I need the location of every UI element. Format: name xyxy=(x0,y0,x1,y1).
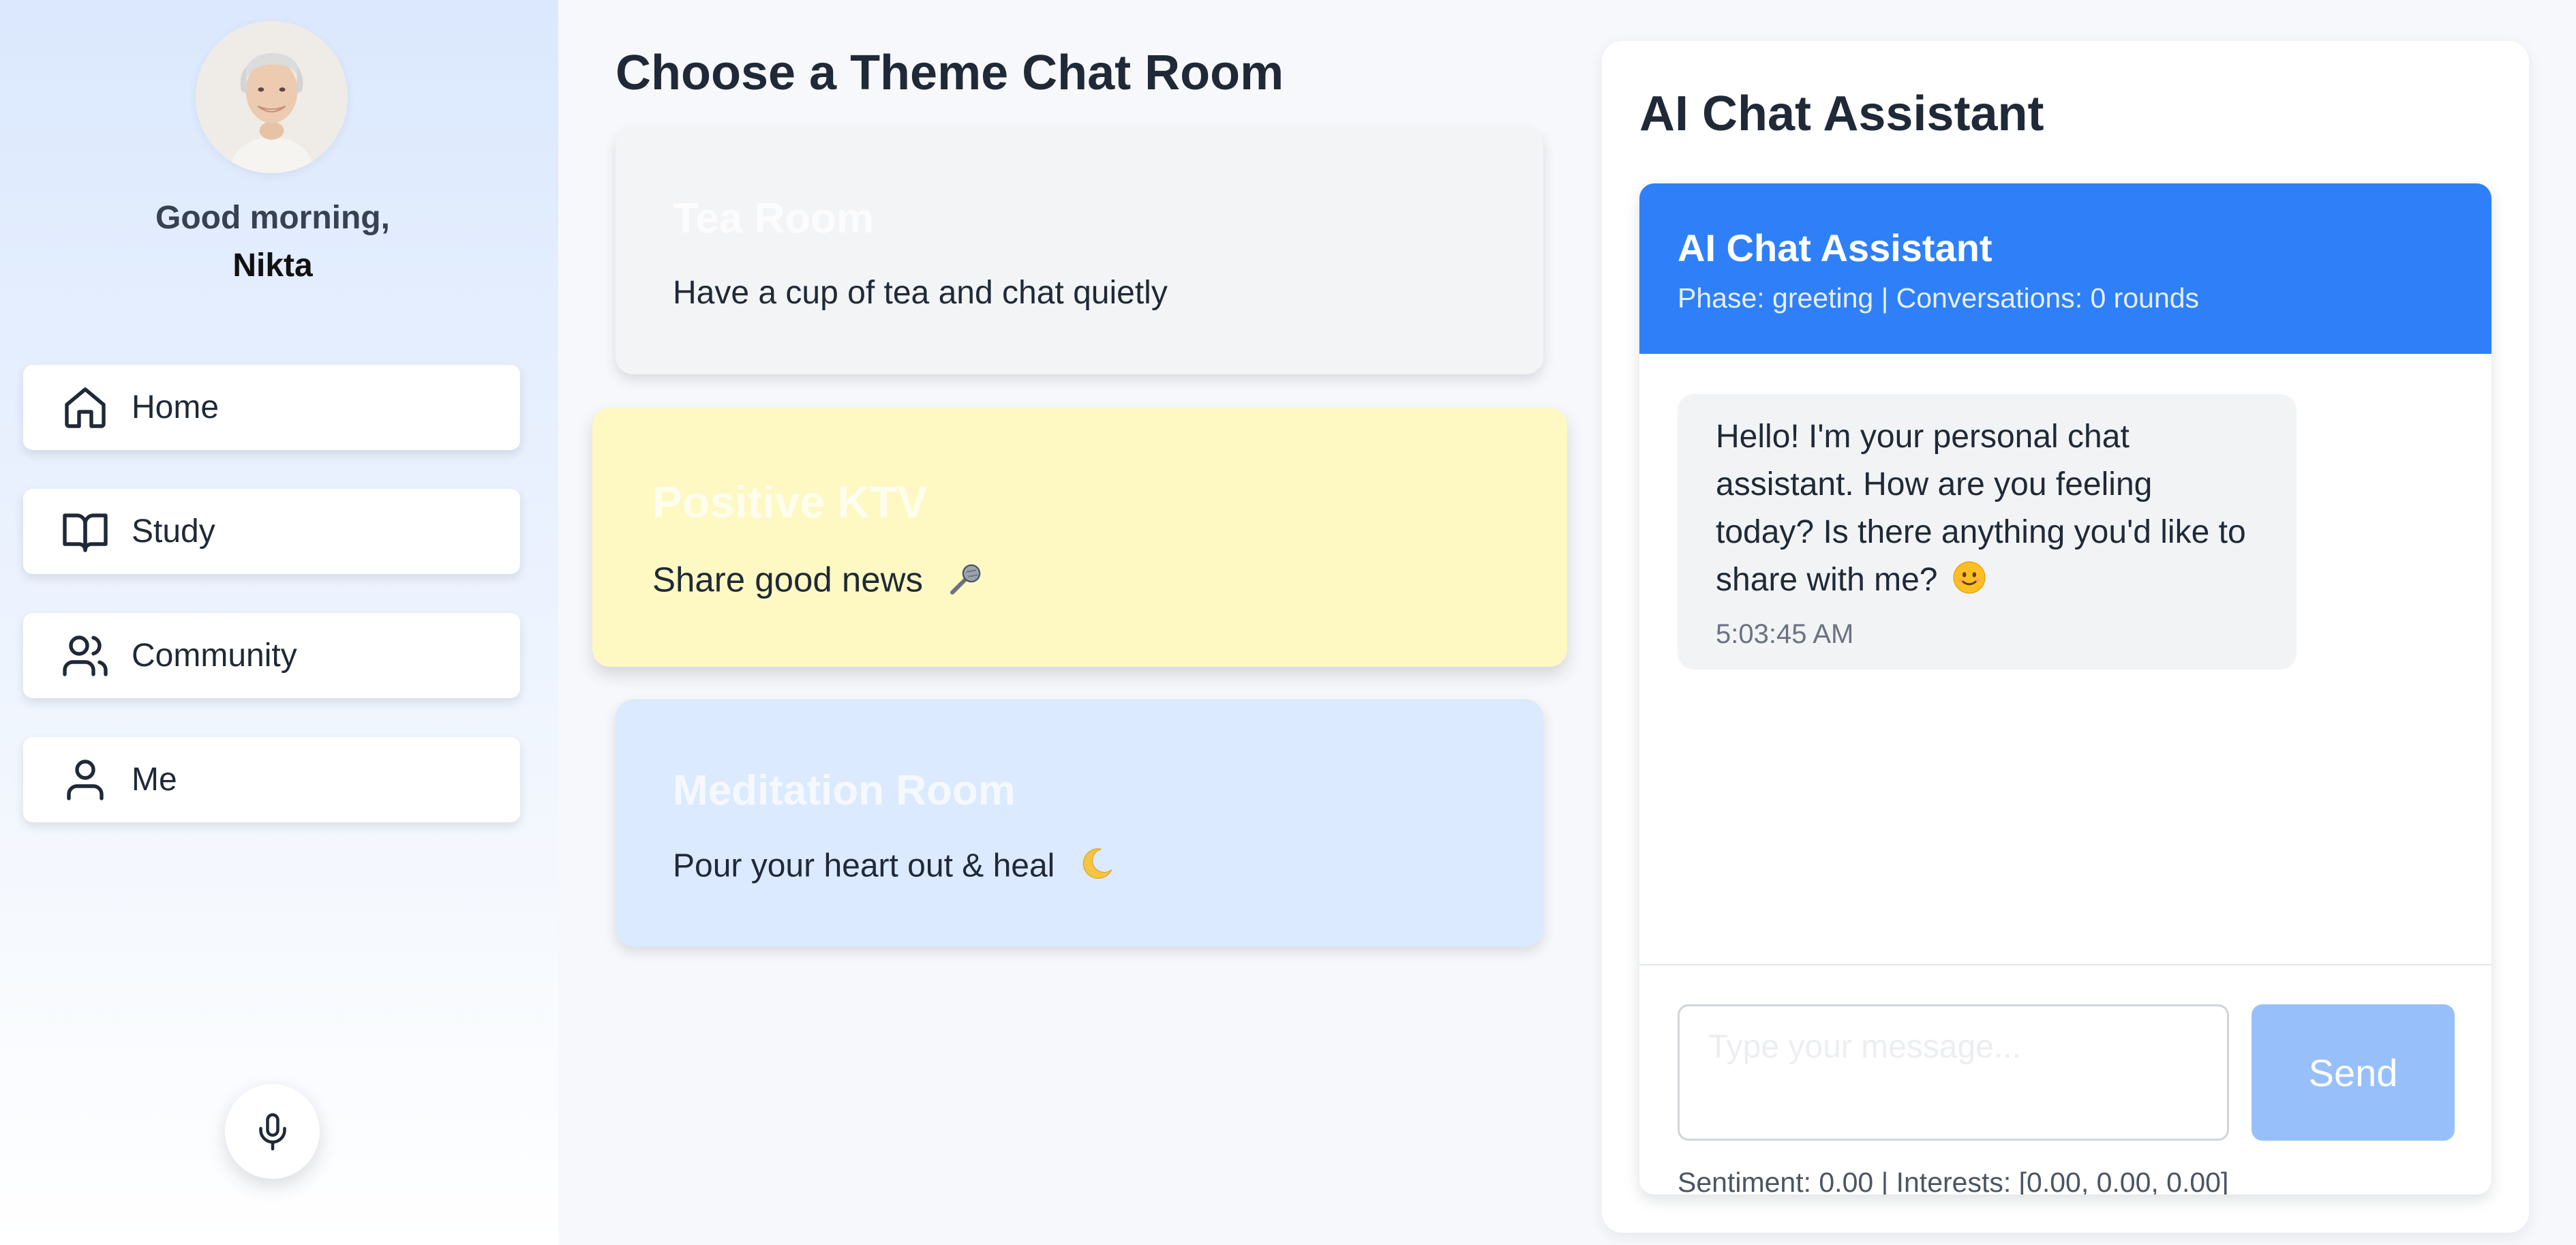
nav-item-label: Study xyxy=(132,513,215,550)
book-icon xyxy=(61,507,110,556)
room-description: Have a cup of tea and chat quietly xyxy=(673,275,1168,311)
nav-item-label: Home xyxy=(132,389,219,425)
message-timestamp: 5:03:45 AM xyxy=(1716,619,1854,649)
microphone-emoji-icon xyxy=(948,559,986,605)
nav-item-community[interactable]: Community xyxy=(23,613,520,698)
home-icon xyxy=(61,383,110,432)
divider xyxy=(1639,964,2491,965)
nav-item-label: Community xyxy=(132,638,297,674)
room-title: Positive KTV xyxy=(652,477,928,527)
page-title: Choose a Theme Chat Room xyxy=(616,46,1284,100)
room-description: Share good news xyxy=(652,559,986,605)
chat-header: AI Chat Assistant Phase: greeting | Conv… xyxy=(1639,183,2491,354)
room-card-meditation-room[interactable]: Meditation Room Pour your heart out & he… xyxy=(616,700,1543,946)
greeting: Good morning, Nikta xyxy=(0,194,545,290)
sentiment-stats: Sentiment: 0.00 | Interests: [0.00, 0.00… xyxy=(1678,1167,2229,1195)
microphone-icon xyxy=(252,1111,293,1152)
room-title: Meditation Room xyxy=(673,767,1016,814)
crescent-moon-emoji-icon xyxy=(1079,846,1115,890)
message-text: Hello! I'm your personal chat assistant.… xyxy=(1716,413,2258,608)
users-icon xyxy=(61,631,110,680)
chat-header-title: AI Chat Assistant xyxy=(1678,226,1992,269)
room-card-positive-ktv[interactable]: Positive KTV Share good news xyxy=(592,408,1567,667)
nav-item-home[interactable]: Home xyxy=(23,365,520,450)
message-input[interactable] xyxy=(1678,1004,2229,1141)
avatar-portrait xyxy=(196,21,348,173)
chat-window: AI Chat Assistant Phase: greeting | Conv… xyxy=(1639,183,2491,1195)
room-card-tea-room[interactable]: Tea Room Have a cup of tea and chat quie… xyxy=(616,127,1543,374)
chat-status: Phase: greeting | Conversations: 0 round… xyxy=(1678,282,2200,314)
send-button[interactable]: Send xyxy=(2252,1004,2455,1141)
voice-input-button[interactable] xyxy=(225,1084,320,1179)
room-description: Pour your heart out & heal xyxy=(673,846,1115,890)
assistant-message: Hello! I'm your personal chat assistant.… xyxy=(1678,394,2297,670)
chat-assistant-panel: AI Chat Assistant AI Chat Assistant Phas… xyxy=(1602,41,2529,1233)
room-title: Tea Room xyxy=(673,195,875,242)
user-icon xyxy=(61,755,110,805)
user-name: Nikta xyxy=(232,247,313,284)
nav-item-me[interactable]: Me xyxy=(23,737,520,822)
avatar[interactable] xyxy=(196,21,348,173)
greeting-text: Good morning, xyxy=(155,200,390,236)
panel-title: AI Chat Assistant xyxy=(1639,87,2044,141)
nav-item-study[interactable]: Study xyxy=(23,489,520,574)
sidebar: Good morning, Nikta Home Study Community… xyxy=(0,0,558,1245)
nav-item-label: Me xyxy=(132,762,177,798)
smiling-face-emoji-icon xyxy=(1952,560,1986,608)
